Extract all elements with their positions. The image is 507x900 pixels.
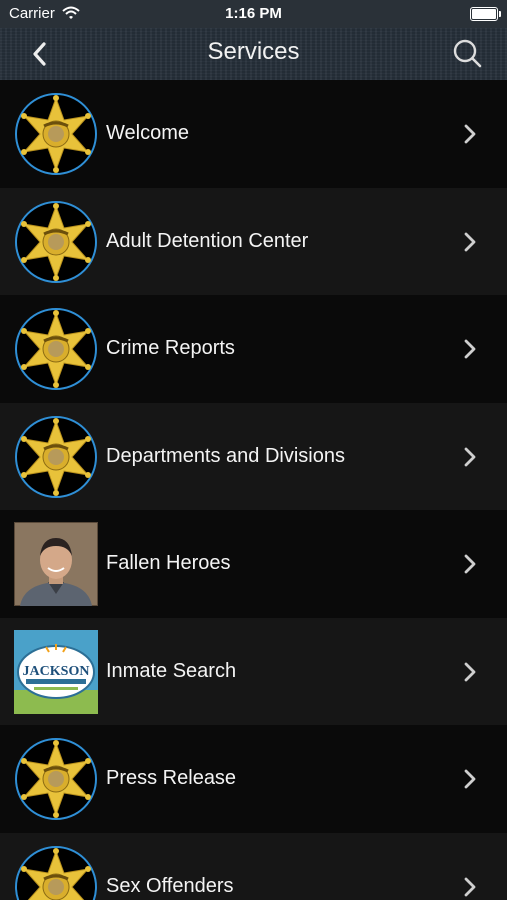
sheriff-badge-icon: [14, 737, 98, 821]
battery-icon: [470, 7, 501, 21]
list-item[interactable]: Fallen Heroes: [0, 510, 507, 618]
sheriff-badge-icon: [14, 307, 98, 391]
chevron-right-icon: [463, 338, 477, 360]
list-item[interactable]: Crime Reports: [0, 295, 507, 403]
list-item[interactable]: Adult Detention Center: [0, 187, 507, 295]
logo-text: JACKSON: [23, 664, 90, 679]
list-item[interactable]: JACKSON Inmate Search: [0, 617, 507, 725]
officer-photo: [14, 522, 98, 606]
sheriff-badge-icon: [14, 415, 98, 499]
chevron-right-icon: [463, 876, 477, 898]
list-item[interactable]: Sex Offenders: [0, 832, 507, 900]
chevron-right-icon: [463, 661, 477, 683]
sheriff-badge-icon: [14, 845, 98, 900]
sheriff-badge-icon: [14, 200, 98, 284]
list-item[interactable]: Departments and Divisions: [0, 402, 507, 510]
chevron-right-icon: [463, 123, 477, 145]
jackson-county-logo: JACKSON: [14, 629, 98, 714]
nav-bar: Services: [0, 28, 507, 80]
chevron-right-icon: [463, 446, 477, 468]
search-button[interactable]: [449, 35, 487, 73]
chevron-right-icon: [463, 553, 477, 575]
list-item[interactable]: Welcome: [0, 80, 507, 188]
list-item-label: Sex Offenders: [106, 874, 234, 897]
status-bar: Carrier 1:16 PM: [0, 0, 507, 28]
list-item[interactable]: Press Release: [0, 725, 507, 833]
chevron-right-icon: [463, 231, 477, 253]
status-time: 1:16 PM: [225, 5, 282, 22]
sheriff-badge-icon: [14, 92, 98, 176]
list-item-label: Departments and Divisions: [106, 444, 345, 467]
list-item-label: Fallen Heroes: [106, 552, 231, 574]
list-item-label: Press Release: [106, 767, 237, 789]
list-item-label: Inmate Search: [106, 659, 237, 682]
chevron-right-icon: [463, 768, 477, 790]
search-icon: [453, 39, 482, 68]
page-title: Services: [207, 38, 300, 65]
list-item-label: Crime Reports: [106, 337, 235, 359]
list-item-label: Adult Detention Center: [106, 229, 309, 252]
services-list: Welcome Adult Detention Center Crime Repor…: [0, 80, 507, 900]
list-item-label: Welcome: [106, 122, 189, 144]
